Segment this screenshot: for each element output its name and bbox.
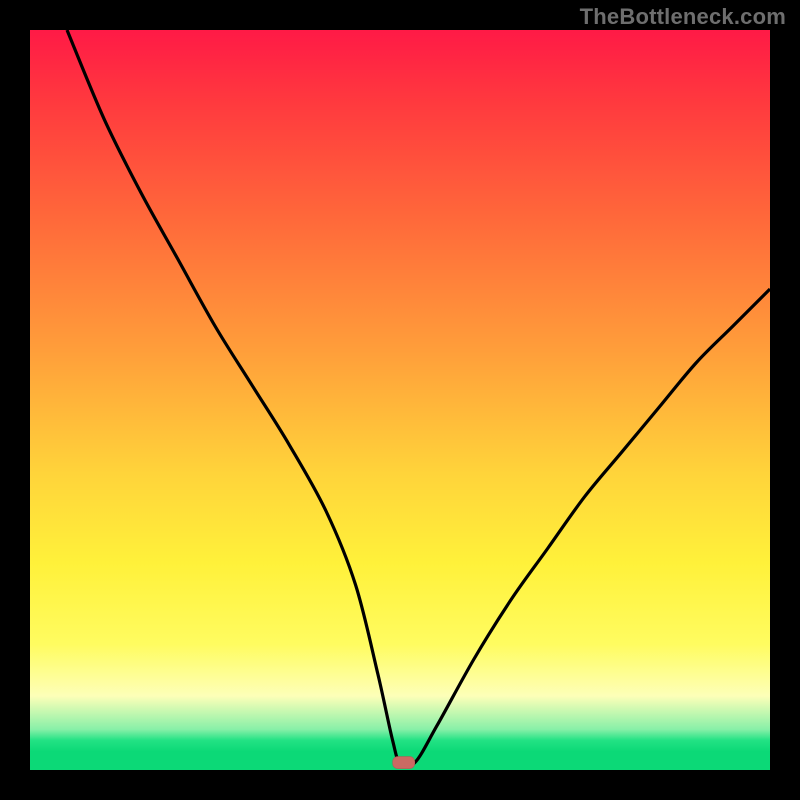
watermark-text: TheBottleneck.com	[580, 4, 786, 30]
minimum-marker	[393, 757, 415, 769]
chart-frame: TheBottleneck.com	[0, 0, 800, 800]
bottleneck-curve	[30, 30, 770, 770]
plot-area	[30, 30, 770, 770]
